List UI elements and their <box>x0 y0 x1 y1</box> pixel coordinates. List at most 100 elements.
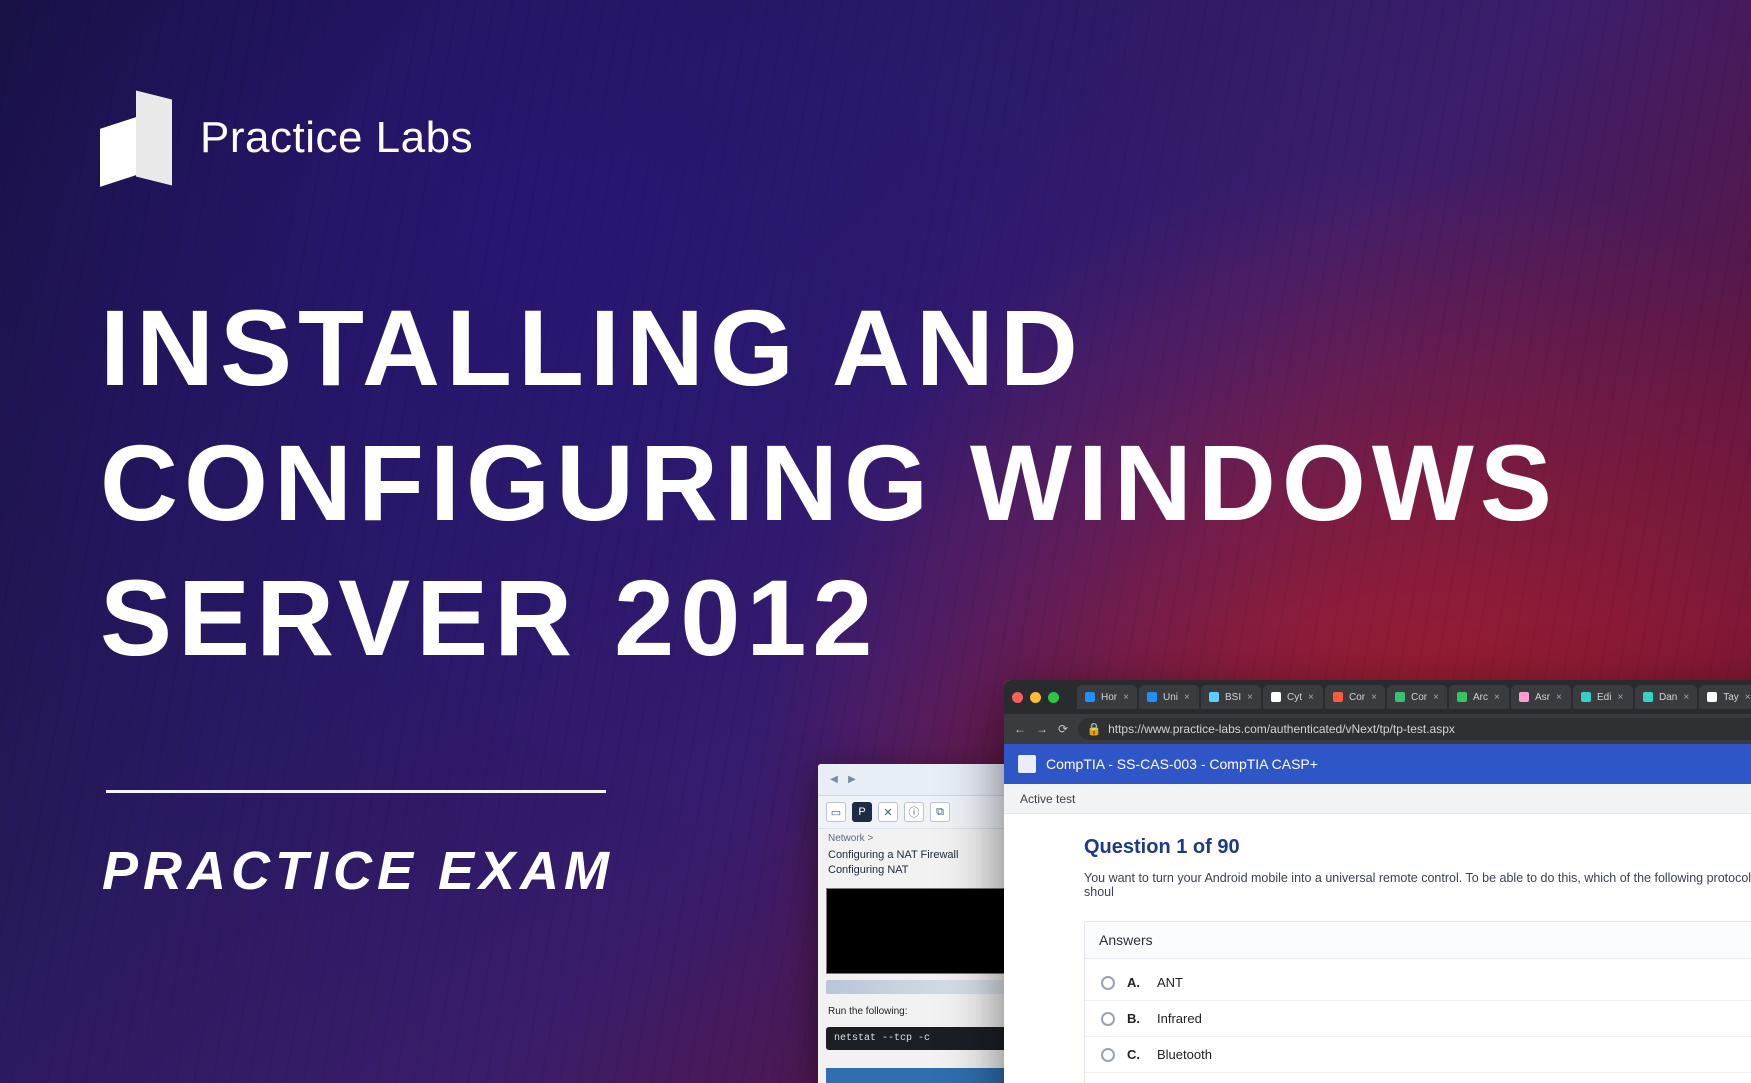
exam-content: Question 1 of 90 You want to turn your A… <box>1004 814 1751 1083</box>
favicon-icon <box>1519 692 1529 702</box>
browser-tabs: Hor×Uni×BSI×Cyt×Cor×Cor×Arc×Asr×Edi×Dan×… <box>1077 685 1751 709</box>
lock-icon: 🔒 <box>1088 723 1100 735</box>
hero-divider <box>106 790 606 793</box>
tab-label: Dan <box>1659 692 1677 703</box>
lab-icon-toolbar: ▭ P ✕ ⓘ ⧉ <box>818 796 1018 829</box>
favicon-icon <box>1147 692 1157 702</box>
radio-icon[interactable] <box>1101 1012 1115 1026</box>
browser-nav-buttons[interactable]: ← → ⟳ <box>1014 722 1068 736</box>
chevron-left-icon[interactable]: ◀ <box>826 769 842 791</box>
answer-letter: A. <box>1127 975 1145 990</box>
favicon-icon <box>1333 692 1343 702</box>
exam-browser-window: Hor×Uni×BSI×Cyt×Cor×Cor×Arc×Asr×Edi×Dan×… <box>1004 680 1751 1083</box>
answer-letter: C. <box>1127 1047 1145 1062</box>
tab-label: BSI <box>1225 692 1241 703</box>
tab-close-icon[interactable]: × <box>1184 692 1190 703</box>
reload-icon[interactable]: ⟳ <box>1058 722 1068 736</box>
tab-label: Cor <box>1411 692 1427 703</box>
browser-tab[interactable]: Uni × <box>1139 685 1199 709</box>
favicon-icon <box>1581 692 1591 702</box>
favicon-icon <box>1707 692 1717 702</box>
browser-tab[interactable]: Arc × <box>1449 685 1509 709</box>
brand-name: Practice Labs <box>200 113 473 163</box>
zoom-dot-icon[interactable] <box>1048 692 1059 703</box>
info-icon[interactable]: ⓘ <box>904 802 924 822</box>
answers-panel: Answers A. ANT B.InfraredC.BluetoothD.NFC <box>1084 921 1751 1083</box>
browser-tab[interactable]: Hor× <box>1077 685 1137 709</box>
tab-label: Cor <box>1349 692 1365 703</box>
close-dot-icon[interactable] <box>1012 692 1023 703</box>
answers-list: A. ANT B.InfraredC.BluetoothD.NFC <box>1085 959 1751 1083</box>
hero-title: INSTALLING AND CONFIGURING WINDOWS SERVE… <box>100 280 1691 685</box>
window-controls[interactable] <box>1012 692 1059 703</box>
favicon-icon <box>1271 692 1281 702</box>
favicon-icon <box>1085 692 1095 702</box>
favicon-icon <box>1643 692 1653 702</box>
answer-option[interactable]: A. ANT <box>1085 965 1751 1000</box>
url-text: https://www.practice-labs.com/authentica… <box>1108 722 1455 736</box>
tab-close-icon[interactable]: × <box>1617 692 1623 703</box>
answers-heading: Answers <box>1085 922 1751 959</box>
lab-instruction-text: Run the following: <box>818 1000 1018 1023</box>
app-icon[interactable]: P <box>852 802 872 822</box>
lab-lesson-1[interactable]: Configuring a NAT Firewall <box>828 848 1008 863</box>
question-of: of <box>1193 836 1212 858</box>
lab-lesson-list: Configuring a NAT Firewall Configuring N… <box>818 848 1018 884</box>
answer-option[interactable]: C.Bluetooth <box>1085 1036 1751 1072</box>
hero-subtitle: PRACTICE EXAM <box>102 840 614 902</box>
tab-close-icon[interactable]: × <box>1371 692 1377 703</box>
question-text: You want to turn your Android mobile int… <box>1084 871 1751 899</box>
browser-address-bar: ← → ⟳ 🔒 https://www.practice-labs.com/au… <box>1004 714 1751 744</box>
tab-label: Edi <box>1597 692 1611 703</box>
lab-toolbar: ◀ ▶ <box>818 764 1018 796</box>
back-icon[interactable]: ← <box>1014 722 1026 736</box>
hero-card: Practice Labs INSTALLING AND CONFIGURING… <box>0 0 1751 1083</box>
tab-close-icon[interactable]: × <box>1683 692 1689 703</box>
tab-close-icon[interactable]: × <box>1123 692 1129 703</box>
tab-label: Arc <box>1473 692 1488 703</box>
tab-close-icon[interactable]: × <box>1494 692 1500 703</box>
minimize-dot-icon[interactable] <box>1030 692 1041 703</box>
browser-tab[interactable]: Cyt× <box>1263 685 1323 709</box>
question-total: 90 <box>1217 836 1239 858</box>
lab-nav-arrows[interactable]: ◀ ▶ <box>826 769 860 791</box>
favicon-icon <box>1457 692 1467 702</box>
brand: Practice Labs <box>100 95 473 181</box>
browser-tab[interactable]: Cor × <box>1325 685 1385 709</box>
lab-vm-screen[interactable] <box>826 888 1010 974</box>
browser-tab[interactable]: Tay× <box>1699 685 1751 709</box>
browser-tab[interactable]: Dan × <box>1635 685 1697 709</box>
question-heading: Question 1 of 90 <box>1084 836 1751 859</box>
answer-option[interactable]: B.Infrared <box>1085 1000 1751 1036</box>
tab-close-icon[interactable]: × <box>1556 692 1562 703</box>
brand-logo-icon <box>100 95 172 181</box>
tab-close-icon[interactable]: × <box>1745 692 1751 703</box>
browser-tab[interactable]: Asr× <box>1511 685 1571 709</box>
favicon-icon <box>1395 692 1405 702</box>
copy-icon[interactable]: ⧉ <box>930 802 950 822</box>
tools-icon[interactable]: ✕ <box>878 802 898 822</box>
window-icon[interactable]: ▭ <box>826 802 846 822</box>
answer-text: ANT <box>1157 975 1183 990</box>
tab-close-icon[interactable]: × <box>1308 692 1314 703</box>
exam-title: CompTIA - SS-CAS-003 - CompTIA CASP+ <box>1046 756 1318 772</box>
exam-breadcrumb: Active test <box>1004 784 1751 814</box>
url-field[interactable]: 🔒 https://www.practice-labs.com/authenti… <box>1078 718 1751 740</box>
browser-tab[interactable]: Edi × <box>1573 685 1633 709</box>
exam-logo-icon <box>1018 755 1036 773</box>
tab-close-icon[interactable]: × <box>1247 692 1253 703</box>
forward-icon[interactable]: → <box>1036 722 1048 736</box>
tab-label: Uni <box>1163 692 1178 703</box>
chevron-right-icon[interactable]: ▶ <box>844 769 860 791</box>
radio-icon[interactable] <box>1101 1048 1115 1062</box>
browser-tab[interactable]: Cor × <box>1387 685 1447 709</box>
lab-thumbnail-window: ◀ ▶ ▭ P ✕ ⓘ ⧉ Network > Configuring a NA… <box>818 764 1018 1083</box>
tab-close-icon[interactable]: × <box>1433 692 1439 703</box>
lab-footer-bar <box>826 1068 1010 1083</box>
radio-icon[interactable] <box>1101 976 1115 990</box>
answer-letter: B. <box>1127 1011 1145 1026</box>
answer-option[interactable]: D.NFC <box>1085 1072 1751 1083</box>
lab-lesson-2[interactable]: Configuring NAT <box>828 863 1008 878</box>
lab-breadcrumb[interactable]: Network > <box>818 829 1018 848</box>
browser-tab[interactable]: BSI × <box>1201 685 1261 709</box>
